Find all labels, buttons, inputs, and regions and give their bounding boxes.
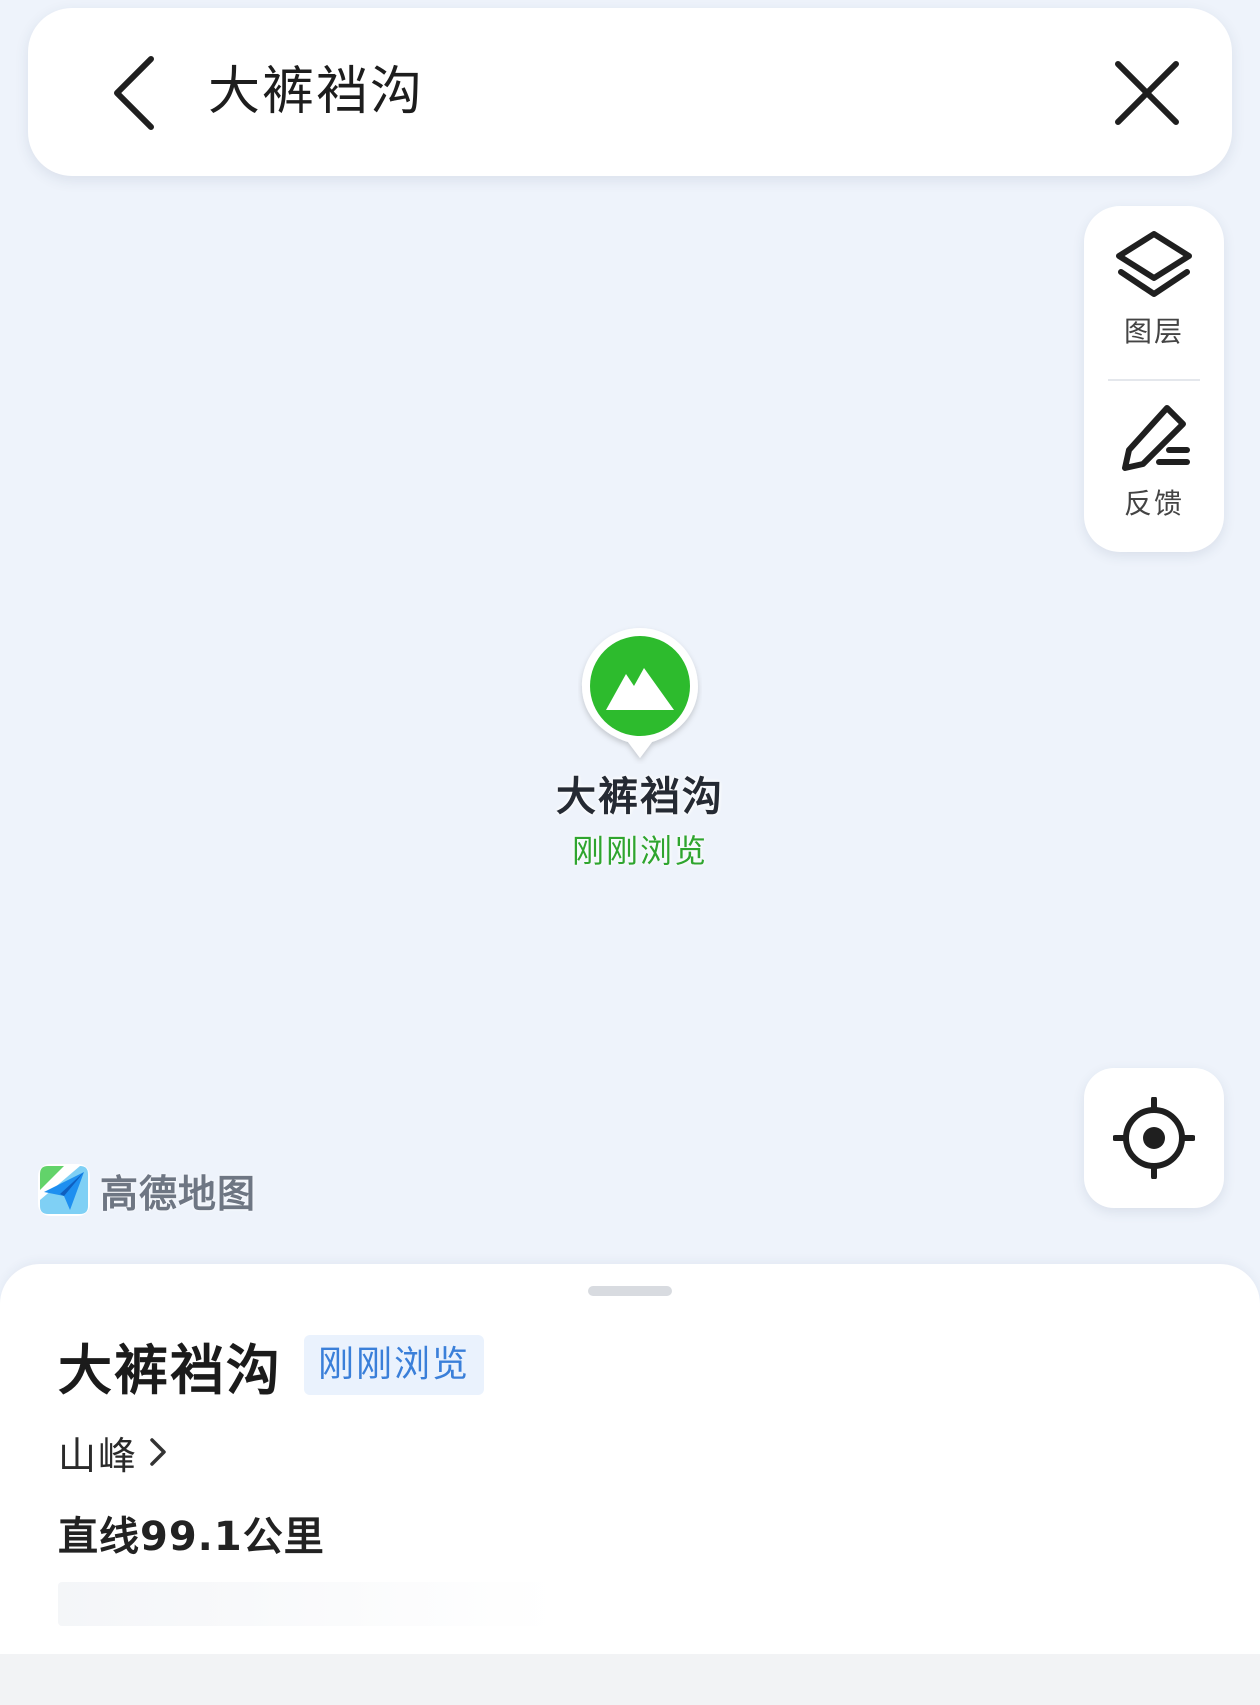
crosshair-locate-icon	[1113, 1097, 1195, 1179]
feedback-button[interactable]: 反馈	[1084, 380, 1224, 550]
sheet-title: 大裤裆沟	[58, 1338, 282, 1402]
category-link[interactable]: 山峰	[58, 1424, 170, 1480]
amap-logo-icon	[38, 1164, 90, 1216]
recently-viewed-badge: 刚刚浏览	[304, 1335, 485, 1395]
category-label: 山峰	[58, 1433, 139, 1478]
map-logo: 高德地图	[36, 1162, 256, 1218]
chevron-left-icon	[114, 56, 154, 130]
map-tool-panel: 图层 反馈	[1084, 206, 1224, 552]
sheet-title-row: 大裤裆沟 刚刚浏览	[58, 1330, 485, 1402]
poi-tag-label: 刚刚浏览	[571, 832, 708, 870]
layers-button[interactable]: 图层	[1084, 206, 1224, 376]
locate-button[interactable]	[1084, 1068, 1224, 1208]
faded-content-placeholder	[58, 1582, 558, 1626]
distance-label: 直线99.1公里	[58, 1514, 325, 1560]
poi-name-label[interactable]: 大裤裆沟	[440, 764, 840, 822]
layers-label: 图层	[1123, 315, 1184, 348]
back-button[interactable]	[90, 48, 180, 138]
chevron-right-icon	[150, 1438, 166, 1466]
poi-detail-sheet[interactable]: 大裤裆沟 刚刚浏览 山峰 直线99.1公里	[0, 1264, 1260, 1654]
search-bar[interactable]: 大裤裆沟	[28, 8, 1232, 176]
poi-marker[interactable]	[578, 624, 702, 764]
mountain-icon	[582, 628, 698, 758]
feedback-label: 反馈	[1123, 487, 1184, 520]
edit-pen-icon	[1122, 405, 1190, 471]
bottom-strip	[0, 1654, 1260, 1705]
close-icon	[1115, 61, 1179, 125]
search-input[interactable]: 大裤裆沟	[208, 56, 424, 128]
layers-icon	[1116, 231, 1192, 297]
map-logo-text: 高德地图	[100, 1171, 257, 1216]
drag-handle[interactable]	[588, 1286, 672, 1296]
clear-button[interactable]	[1102, 48, 1192, 138]
